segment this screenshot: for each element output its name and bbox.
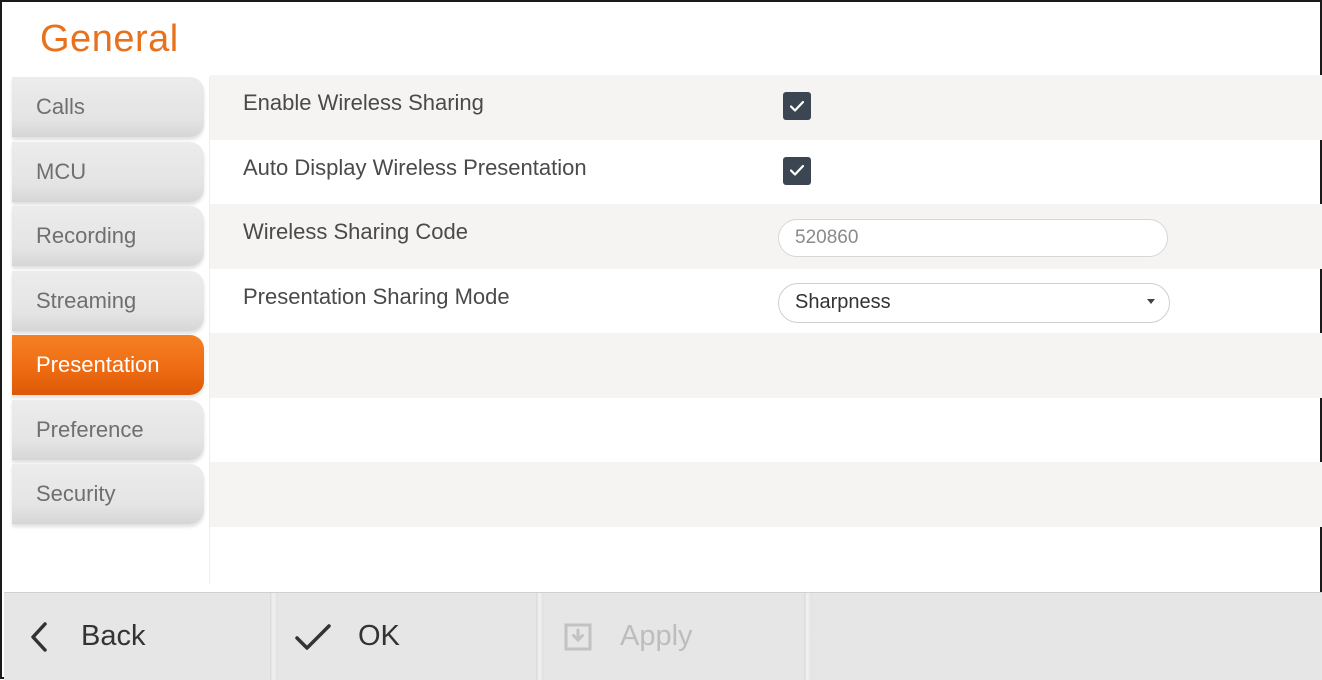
setting-row-wireless-sharing-code: Wireless Sharing Code: [210, 204, 1322, 269]
empty-row: [210, 398, 1322, 463]
sidebar-item-mcu[interactable]: MCU: [12, 141, 204, 202]
checkmark-icon: [789, 100, 805, 112]
checkmark-icon: [789, 164, 805, 176]
setting-row-enable-wireless-sharing: Enable Wireless Sharing: [210, 75, 1322, 140]
back-label: Back: [81, 620, 146, 652]
setting-label: Presentation Sharing Mode: [243, 283, 510, 309]
bottom-toolbar: Back OK Apply: [4, 592, 1322, 680]
setting-row-presentation-sharing-mode: Presentation Sharing Mode Sharpness: [210, 269, 1322, 334]
sidebar-item-recording[interactable]: Recording: [12, 206, 204, 266]
setting-label: Enable Wireless Sharing: [243, 90, 484, 115]
sidebar-item-label: Streaming: [36, 287, 137, 313]
sidebar: Calls MCU Recording Streaming Presentati…: [12, 77, 204, 529]
sidebar-item-label: Presentation: [36, 352, 160, 377]
save-icon: [564, 623, 592, 651]
sidebar-item-label: Security: [36, 481, 116, 506]
checkmark-icon: [294, 623, 332, 651]
ok-label: OK: [358, 620, 400, 652]
setting-label: Wireless Sharing Code: [243, 219, 468, 244]
empty-row: [210, 462, 1322, 527]
sidebar-item-security[interactable]: Security: [12, 464, 204, 524]
apply-label: Apply: [620, 620, 693, 652]
setting-row-auto-display: Auto Display Wireless Presentation: [210, 140, 1322, 205]
sidebar-item-calls[interactable]: Calls: [12, 77, 204, 137]
ok-button[interactable]: OK: [272, 593, 540, 680]
sidebar-item-label: MCU: [36, 158, 87, 184]
presentation-sharing-mode-select[interactable]: Sharpness: [778, 282, 1170, 323]
auto-display-wireless-presentation-checkbox[interactable]: [783, 156, 811, 185]
sidebar-item-label: Preference: [36, 416, 144, 442]
sidebar-item-preference[interactable]: Preference: [12, 399, 204, 460]
settings-window: General Calls MCU Recording Streaming Pr…: [0, 0, 1322, 680]
empty-row: [210, 333, 1322, 398]
wireless-sharing-code-input[interactable]: [778, 219, 1168, 257]
back-button[interactable]: Back: [4, 593, 272, 680]
chevron-left-icon: [29, 621, 49, 653]
enable-wireless-sharing-checkbox[interactable]: [783, 92, 811, 120]
sidebar-item-streaming[interactable]: Streaming: [12, 270, 204, 331]
page-title: General: [40, 18, 179, 60]
apply-button[interactable]: Apply: [540, 593, 806, 680]
caret-down-icon: [1147, 298, 1155, 304]
sidebar-item-presentation[interactable]: Presentation: [12, 335, 204, 395]
toolbar-separator: [804, 593, 812, 680]
select-value: Sharpness: [795, 291, 891, 313]
setting-label: Auto Display Wireless Presentation: [243, 154, 587, 180]
sidebar-item-label: Calls: [36, 94, 85, 119]
settings-panel: Enable Wireless Sharing Auto Display Wir…: [210, 75, 1322, 527]
sidebar-item-label: Recording: [36, 223, 137, 248]
